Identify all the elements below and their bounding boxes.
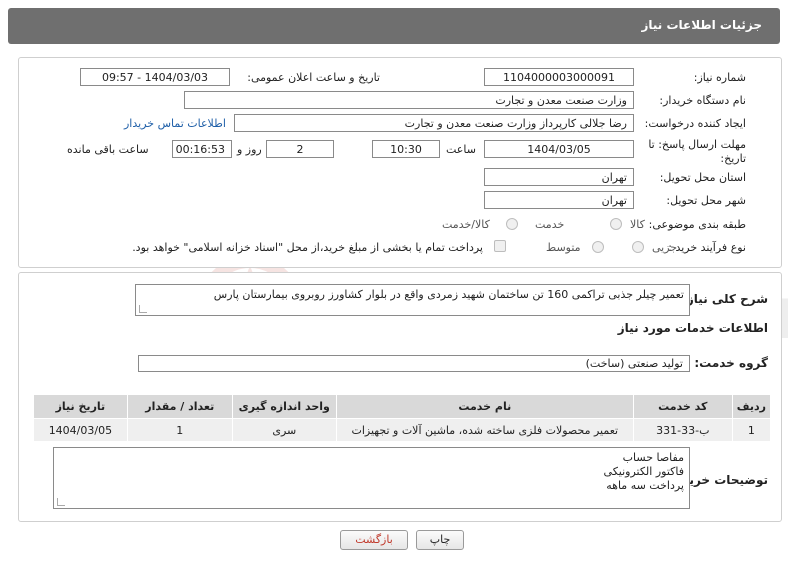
service-group-label: گروه خدمت: <box>694 356 768 370</box>
table-row: 1 ب-33-331 تعمیر محصولات فلزی ساخته شده،… <box>33 418 772 442</box>
buyer-note-line: پرداخت سه ماهه <box>606 479 684 492</box>
category-option-goods: کالا <box>630 218 645 231</box>
cell-service-code: ب-33-331 <box>632 418 733 442</box>
creator-field[interactable]: رضا جلالی کارپرداز وزارت صنعت معدن و تجا… <box>234 114 634 132</box>
cell-row-number: 1 <box>731 418 772 442</box>
resize-handle-icon[interactable] <box>57 498 65 506</box>
process-medium-radio[interactable] <box>592 241 604 253</box>
cell-unit: سری <box>231 418 337 442</box>
province-label: استان محل تحویل: <box>659 171 746 184</box>
col-row-number: ردیف <box>731 394 772 419</box>
category-goods-radio[interactable] <box>610 218 622 230</box>
treasury-payment-checkbox[interactable] <box>494 240 506 252</box>
cell-quantity: 1 <box>126 418 233 442</box>
col-need-date: تاریخ نیاز <box>33 394 128 419</box>
category-option-service: خدمت <box>535 218 565 231</box>
need-number-label: شماره نیاز: <box>693 71 746 84</box>
page-header: جزئیات اطلاعات نیاز <box>8 8 780 44</box>
deadline-date-field[interactable]: 1404/03/05 <box>484 140 634 158</box>
cell-need-date: 1404/03/05 <box>33 418 128 442</box>
deadline-label: مهلت ارسال پاسخ: تا تاریخ: <box>648 138 746 165</box>
category-service-radio[interactable] <box>506 218 518 230</box>
services-table: ردیف کد خدمت نام خدمت واحد اندازه گیری ت… <box>33 394 772 442</box>
description-label: شرح کلی نیاز: <box>682 292 768 306</box>
col-service-code: کد خدمت <box>632 394 733 419</box>
deadline-time-label: ساعت <box>446 143 476 156</box>
table-header-row: ردیف کد خدمت نام خدمت واحد اندازه گیری ت… <box>33 394 772 419</box>
remaining-time-label: ساعت باقی مانده <box>67 143 149 156</box>
process-type-label: نوع فرآیند خرید : <box>668 241 746 254</box>
creator-label: ایجاد کننده درخواست: <box>644 117 746 130</box>
buyer-org-label: نام دستگاه خریدار: <box>659 94 746 107</box>
description-text: تعمیر چیلر جذبی تراکمی 160 تن ساختمان شه… <box>213 288 684 301</box>
city-label: شهر محل تحویل: <box>666 194 746 207</box>
category-option-goods-service: کالا/خدمت <box>442 218 490 231</box>
resize-handle-icon[interactable] <box>139 305 147 313</box>
buyer-note-line: مفاصا حساب <box>622 451 684 464</box>
need-number-field[interactable]: 1104000003000091 <box>484 68 634 86</box>
service-group-field[interactable]: تولید صنعتی (ساخت) <box>138 355 690 372</box>
col-unit: واحد اندازه گیری <box>231 394 337 419</box>
buyer-org-field[interactable]: وزارت صنعت معدن و تجارت <box>184 91 634 109</box>
buyer-note-line: فاکتور الکترونیکی <box>603 465 684 478</box>
city-field[interactable]: تهران <box>484 191 634 209</box>
col-service-name: نام خدمت <box>335 394 634 419</box>
back-button[interactable]: بازگشت <box>340 530 408 550</box>
days-label: روز و <box>237 143 262 156</box>
days-field[interactable]: 2 <box>266 140 334 158</box>
remaining-time-field[interactable]: 00:16:53 <box>172 140 232 158</box>
page-title: جزئیات اطلاعات نیاز <box>641 18 762 32</box>
announce-datetime-field[interactable]: 1404/03/03 - 09:57 <box>80 68 230 86</box>
print-button[interactable]: چاپ <box>416 530 464 550</box>
col-quantity: تعداد / مقدار <box>126 394 233 419</box>
category-label: طبقه بندی موضوعی: <box>648 218 746 231</box>
buyer-notes-textarea[interactable]: مفاصا حساب فاکتور الکترونیکی پرداخت سه م… <box>53 447 690 509</box>
process-minor-radio[interactable] <box>632 241 644 253</box>
process-option-minor: جزیی <box>652 241 678 254</box>
treasury-payment-note: پرداخت تمام یا بخشی از مبلغ خرید،از محل … <box>132 241 483 254</box>
services-section-title: اطلاعات خدمات مورد نیاز <box>617 321 768 335</box>
province-field[interactable]: تهران <box>484 168 634 186</box>
announce-datetime-label: تاریخ و ساعت اعلان عمومی: <box>247 71 380 84</box>
description-textarea[interactable]: تعمیر چیلر جذبی تراکمی 160 تن ساختمان شه… <box>135 284 690 316</box>
process-option-medium: متوسط <box>546 241 581 254</box>
deadline-time-field[interactable]: 10:30 <box>372 140 440 158</box>
buyer-contact-link[interactable]: اطلاعات تماس خریدار <box>124 117 226 130</box>
cell-service-name: تعمیر محصولات فلزی ساخته شده، ماشین آلات… <box>335 418 634 442</box>
